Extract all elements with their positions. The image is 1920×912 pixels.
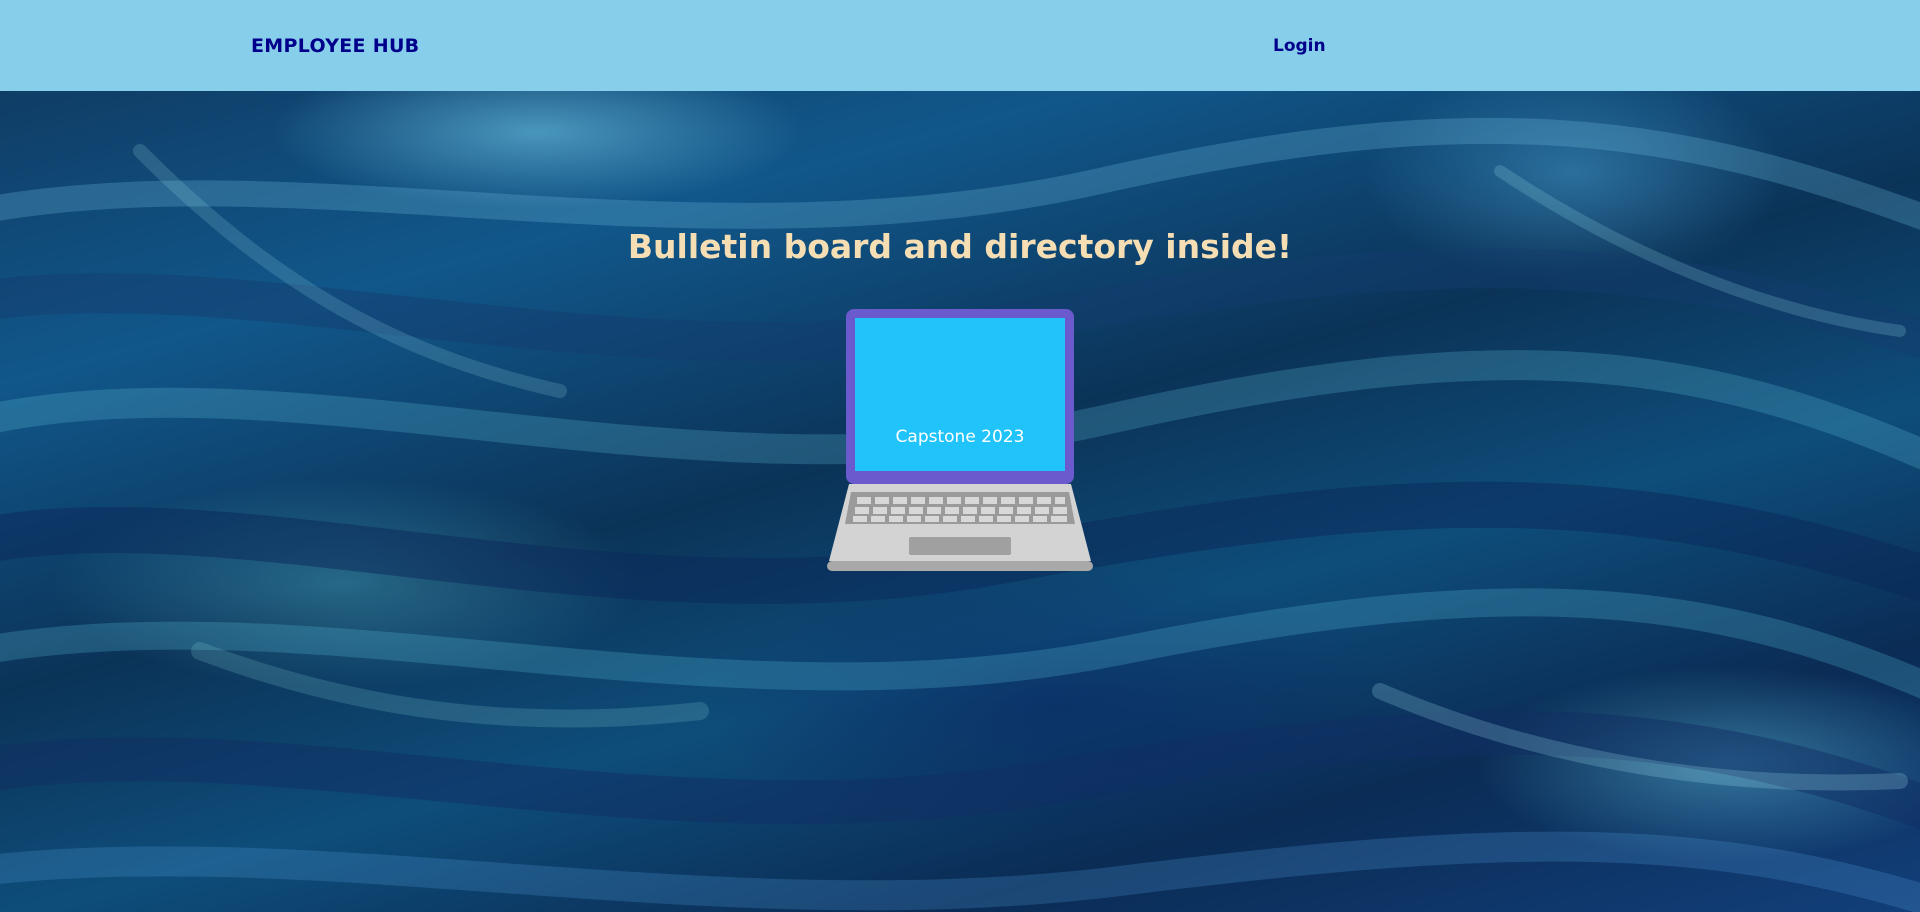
hero-headline: Bulletin board and directory inside! <box>627 227 1293 267</box>
brand-link[interactable]: EMPLOYEE HUB <box>251 35 419 57</box>
laptop-screen-label: Capstone 2023 <box>895 427 1025 447</box>
login-link[interactable]: Login <box>1273 36 1326 56</box>
hero-section: Bulletin board and directory inside! Cap… <box>0 91 1920 912</box>
navbar: EMPLOYEE HUB Login <box>0 0 1920 91</box>
laptop-icon: Capstone 2023 <box>827 309 1093 577</box>
